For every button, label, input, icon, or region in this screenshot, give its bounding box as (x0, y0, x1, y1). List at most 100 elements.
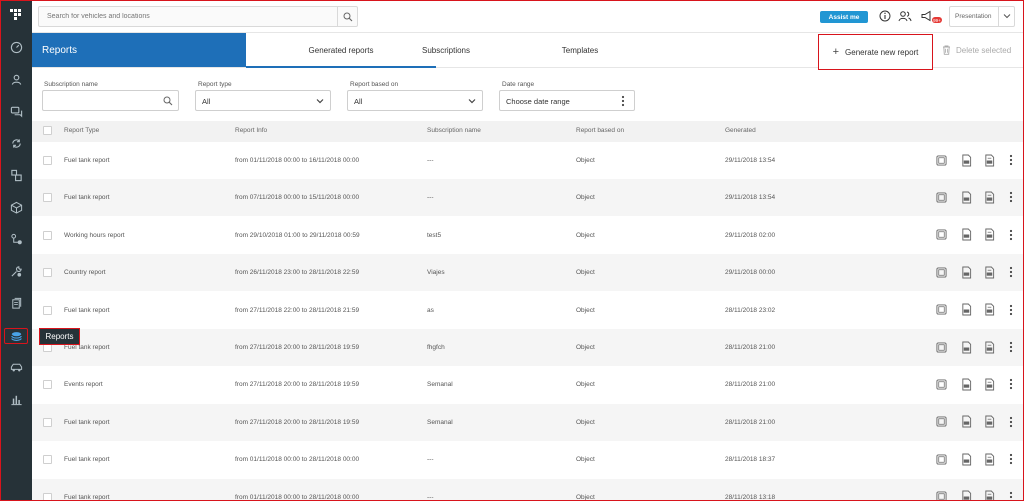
more-vertical-icon[interactable] (1009, 416, 1013, 428)
row-checkbox[interactable] (43, 380, 52, 390)
subscription-name-field[interactable] (42, 90, 179, 111)
table-row[interactable]: Working hours report from 29/10/2018 01:0… (32, 217, 1024, 254)
table-row[interactable]: Fuel tank report from 01/11/2018 00:00 to… (32, 441, 1024, 478)
preview-icon[interactable] (935, 265, 947, 279)
row-checkbox[interactable] (43, 230, 52, 240)
more-vertical-icon[interactable] (1009, 491, 1013, 501)
maintenance-icon[interactable] (9, 264, 23, 278)
tracking-icon[interactable] (9, 232, 23, 246)
cell-report-info: from 01/11/2018 00:00 to 28/11/2018 00:0… (235, 456, 360, 464)
more-vertical-icon[interactable] (1009, 229, 1013, 241)
cell-subscription-name: as (427, 306, 434, 314)
pdf-file-icon[interactable] (960, 490, 972, 501)
more-vertical-icon[interactable] (1009, 341, 1013, 353)
xls-file-icon[interactable] (983, 265, 995, 279)
column-header-report-type[interactable]: Report Type (64, 127, 99, 134)
report-type-select[interactable]: All (195, 90, 331, 111)
xls-file-icon[interactable] (983, 377, 995, 391)
xls-file-icon[interactable] (983, 153, 995, 167)
table-row[interactable]: Fuel tank report from 27/11/2018 20:00 to… (32, 403, 1024, 441)
assist-me-button[interactable]: Assist me (820, 11, 868, 23)
preview-icon[interactable] (935, 452, 947, 466)
presentation-dropdown[interactable]: Presentation (949, 6, 1015, 27)
table-row[interactable]: Fuel tank report from 01/11/2018 00:00 to… (32, 478, 1024, 501)
preview-icon[interactable] (935, 190, 947, 204)
preview-icon[interactable] (935, 303, 947, 317)
cell-report-based-on: Object (576, 493, 595, 501)
column-header-generated[interactable]: Generated (725, 127, 756, 134)
preview-icon[interactable] (935, 153, 947, 167)
column-header-subscription-name[interactable]: Subscription name (427, 127, 481, 134)
info-icon[interactable] (878, 9, 892, 23)
report-based-on-value: All (354, 97, 363, 106)
column-header-report-info[interactable]: Report Info (235, 127, 267, 134)
drivers-icon[interactable] (9, 72, 23, 86)
search-button[interactable] (337, 7, 357, 26)
table-row[interactable]: Fuel tank report from 27/11/2018 20:00 to… (32, 329, 1024, 366)
row-checkbox[interactable] (43, 492, 52, 501)
xls-file-icon[interactable] (983, 303, 995, 317)
table-row[interactable]: Fuel tank report from 27/11/2018 22:00 to… (32, 292, 1024, 329)
pdf-file-icon[interactable] (960, 228, 972, 242)
search-input[interactable] (39, 7, 339, 26)
reports-icon[interactable] (4, 328, 28, 344)
row-checkbox[interactable] (43, 193, 52, 203)
documents-icon[interactable] (9, 296, 23, 310)
table-row[interactable]: Fuel tank report from 01/11/2018 00:00 to… (32, 142, 1024, 179)
row-checkbox[interactable] (43, 156, 52, 165)
date-range-picker[interactable]: Choose date range (499, 90, 635, 111)
plus-icon: + (832, 46, 840, 58)
select-all-checkbox[interactable] (43, 126, 52, 135)
users-icon[interactable] (898, 9, 912, 23)
pdf-file-icon[interactable] (960, 265, 972, 279)
more-vertical-icon[interactable] (1009, 191, 1013, 203)
generate-new-report-button[interactable]: + Generate new report (818, 34, 933, 70)
table-row[interactable]: Fuel tank report from 07/11/2018 00:00 to… (32, 179, 1024, 217)
routes-icon[interactable] (9, 136, 23, 150)
report-based-on-select[interactable]: All (347, 90, 483, 111)
tab-templates[interactable]: Templates (488, 33, 672, 67)
objects-icon[interactable] (9, 200, 23, 214)
cell-report-type: Fuel tank report (64, 344, 110, 351)
statistics-icon[interactable] (9, 392, 23, 406)
table-row[interactable]: Country report from 26/11/2018 23:00 to 2… (32, 254, 1024, 292)
row-checkbox[interactable] (43, 417, 52, 427)
divider (998, 7, 999, 26)
preview-icon[interactable] (935, 490, 947, 501)
pdf-file-icon[interactable] (960, 452, 972, 466)
column-header-report-based-on[interactable]: Report based on (576, 127, 624, 134)
more-vertical-icon[interactable] (1009, 304, 1013, 316)
preview-icon[interactable] (935, 340, 947, 354)
row-checkbox[interactable] (43, 455, 52, 465)
pdf-file-icon[interactable] (960, 190, 972, 204)
xls-file-icon[interactable] (983, 490, 995, 501)
xls-file-icon[interactable] (983, 228, 995, 242)
pdf-file-icon[interactable] (960, 153, 972, 167)
tasks-icon[interactable] (9, 168, 23, 182)
row-checkbox[interactable] (43, 268, 52, 278)
xls-file-icon[interactable] (983, 452, 995, 466)
table-row[interactable]: Events report from 27/11/2018 20:00 to 28… (32, 366, 1024, 403)
more-vertical-icon[interactable] (1009, 378, 1013, 390)
delete-selected-button[interactable]: Delete selected (942, 44, 1011, 56)
xls-file-icon[interactable] (983, 190, 995, 204)
messages-icon[interactable] (9, 104, 23, 118)
logo-icon[interactable] (9, 8, 23, 22)
pdf-file-icon[interactable] (960, 340, 972, 354)
dashboard-icon[interactable] (9, 40, 23, 54)
cell-report-info: from 27/11/2018 20:00 to 28/11/2018 19:5… (235, 381, 360, 389)
preview-icon[interactable] (935, 415, 947, 429)
more-vertical-icon[interactable] (1009, 453, 1013, 465)
more-vertical-icon[interactable] (1009, 154, 1013, 166)
pdf-file-icon[interactable] (960, 377, 972, 391)
pdf-file-icon[interactable] (960, 415, 972, 429)
xls-file-icon[interactable] (983, 340, 995, 354)
vehicles-icon[interactable] (9, 360, 23, 374)
subscription-name-label: Subscription name (44, 81, 98, 88)
row-checkbox[interactable] (43, 305, 52, 315)
pdf-file-icon[interactable] (960, 303, 972, 317)
preview-icon[interactable] (935, 377, 947, 391)
more-vertical-icon[interactable] (1009, 266, 1013, 278)
xls-file-icon[interactable] (983, 415, 995, 429)
preview-icon[interactable] (935, 228, 947, 242)
